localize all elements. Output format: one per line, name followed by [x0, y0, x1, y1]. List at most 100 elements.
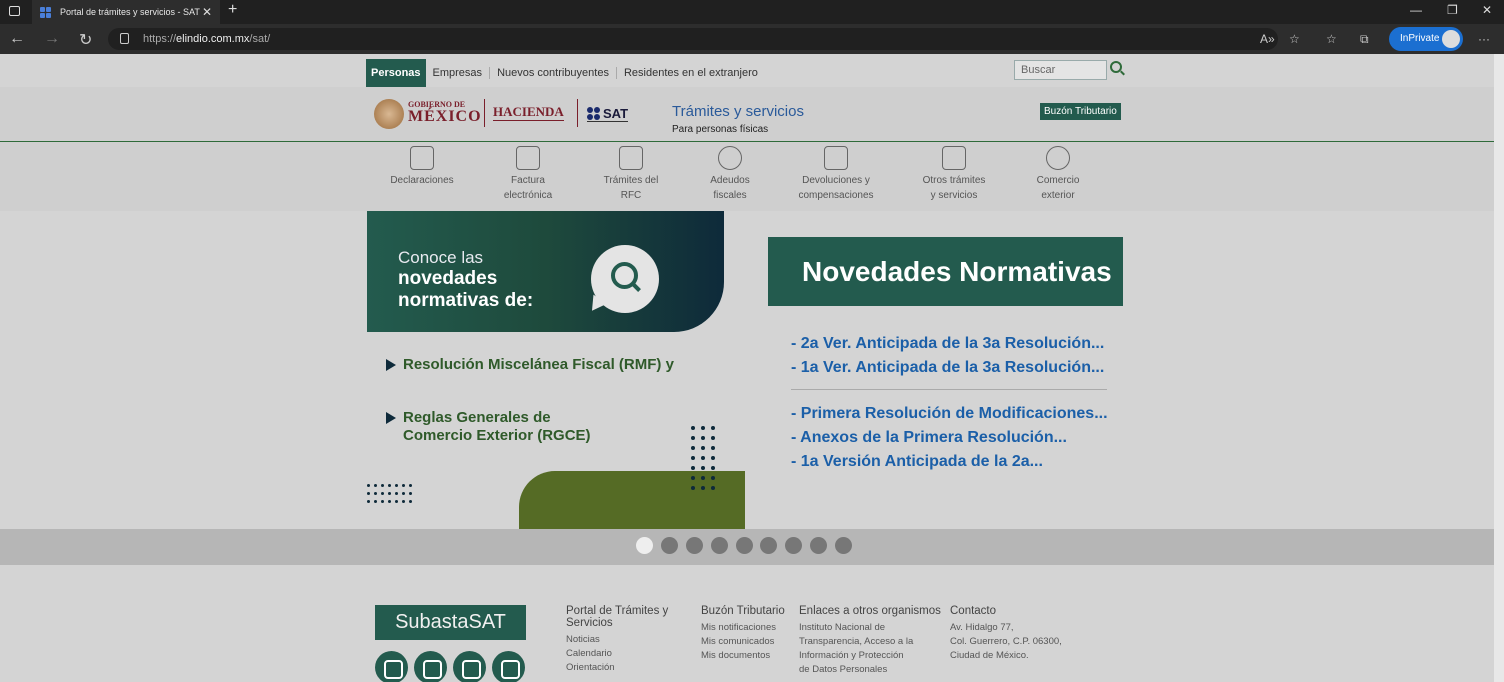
carousel-indicator-bar: [0, 529, 1494, 565]
carousel-dot[interactable]: [686, 537, 703, 554]
category-label: Devoluciones y: [802, 175, 870, 186]
footer-link[interactable]: de Datos Personales: [799, 663, 944, 677]
carousel-dot[interactable]: [636, 537, 653, 554]
favorites-icon[interactable]: ☆: [1326, 32, 1337, 46]
footer-link[interactable]: Mis notificaciones: [701, 621, 796, 635]
site-title: Trámites y servicios: [672, 103, 804, 120]
category-menu: Declaraciones Factura electrónica Trámit…: [0, 142, 1494, 211]
logo-divider: [484, 99, 485, 127]
category-devoluciones[interactable]: Devoluciones y compensaciones: [781, 146, 891, 203]
subastasat-button[interactable]: SubastaSAT: [375, 605, 526, 640]
read-aloud-icon[interactable]: A»: [1260, 32, 1275, 46]
footer-heading[interactable]: Enlaces a otros organismos: [799, 605, 944, 617]
novedades-link-5[interactable]: - 1a Versión Anticipada de la 2a...: [791, 453, 1043, 471]
banner-line1: Conoce las: [398, 248, 484, 267]
nav-empresas[interactable]: Empresas: [426, 67, 491, 79]
url-path: /sat/: [249, 33, 271, 45]
youtube-icon[interactable]: [453, 651, 486, 682]
address-toolbar: ← → ↻ https://elindio.com.mx/sat/ A» ☆ ☆…: [0, 24, 1504, 54]
search-icon[interactable]: [1110, 61, 1122, 73]
category-label: Declaraciones: [390, 175, 454, 186]
nav-residentes-extranjero[interactable]: Residentes en el extranjero: [617, 67, 765, 79]
decorative-dots: [691, 426, 715, 490]
footer-text: Av. Hidalgo 77,: [950, 622, 1014, 633]
carousel-dot[interactable]: [760, 537, 777, 554]
category-label-2: electrónica: [503, 190, 553, 201]
nav-nuevos-contribuyentes[interactable]: Nuevos contribuyentes: [490, 67, 617, 79]
gobierno-mexico-logo[interactable]: GOBIERNO DE MÉXICO: [408, 101, 482, 125]
add-favorite-icon[interactable]: ☆: [1289, 32, 1300, 46]
footer-link[interactable]: Transparencia, Acceso a la: [799, 635, 944, 649]
footer-link[interactable]: Noticias: [566, 633, 676, 647]
novedades-link-1[interactable]: - 2a Ver. Anticipada de la 3a Resolución…: [791, 335, 1104, 353]
restore-icon[interactable]: ❐: [1447, 3, 1458, 17]
sat-logo[interactable]: SAT: [587, 106, 629, 122]
category-label: Comercio: [1036, 175, 1080, 186]
triangle-bullet-icon: [386, 359, 396, 372]
new-tab-icon[interactable]: +: [228, 1, 237, 19]
url-field[interactable]: https://elindio.com.mx/sat/: [108, 28, 1278, 50]
carousel-dot[interactable]: [810, 537, 827, 554]
footer-col-contacto: Contacto Av. Hidalgo 77, Col. Guerrero, …: [950, 605, 1090, 663]
page: Personas Empresas Nuevos contribuyentes …: [0, 54, 1494, 682]
gob-big-text: MÉXICO: [408, 108, 482, 125]
tab-actions-icon[interactable]: [9, 6, 20, 16]
footer-link[interactable]: Instituto Nacional de: [799, 621, 944, 635]
close-tab-icon[interactable]: ✕: [202, 5, 212, 19]
footer-heading[interactable]: Buzón Tributario: [701, 605, 796, 617]
carousel-dot[interactable]: [661, 537, 678, 554]
twitter-icon[interactable]: [375, 651, 408, 682]
category-label: Trámites del: [603, 175, 659, 186]
category-otros-tramites[interactable]: Otros trámites y servicios: [899, 146, 1009, 203]
novedades-link-4[interactable]: - Anexos de la Primera Resolución...: [791, 429, 1067, 447]
carousel-dot[interactable]: [835, 537, 852, 554]
instagram-icon[interactable]: [492, 651, 525, 682]
category-declaraciones[interactable]: Declaraciones: [367, 146, 477, 188]
close-window-icon[interactable]: ✕: [1482, 3, 1492, 17]
page-scrollbar[interactable]: [1494, 54, 1504, 682]
browser-tab[interactable]: Portal de trámites y servicios - SAT ✕: [32, 0, 220, 24]
buzon-tributario-button[interactable]: Buzón Tributario: [1040, 103, 1121, 120]
category-factura-electronica[interactable]: Factura electrónica: [473, 146, 583, 203]
collections-icon[interactable]: ⧉: [1360, 32, 1369, 47]
category-label: Otros trámites: [922, 175, 986, 186]
banner-line2: novedades normativas de:: [398, 268, 534, 311]
novedades-link-2[interactable]: - 1a Ver. Anticipada de la 3a Resolución…: [791, 359, 1104, 377]
inprivate-label: InPrivate: [1400, 33, 1440, 44]
more-menu-icon[interactable]: ···: [1478, 32, 1490, 46]
escudo-logo: [374, 99, 404, 129]
category-label: Factura: [511, 175, 545, 186]
nav-personas[interactable]: Personas: [366, 59, 426, 87]
url-prefix: https://: [143, 33, 177, 45]
facebook-icon[interactable]: [414, 651, 447, 682]
carousel-dot[interactable]: [711, 537, 728, 554]
site-subtitle: Para personas físicas: [672, 124, 769, 135]
footer-link[interactable]: Mis comunicados: [701, 635, 796, 649]
footer-col-portal: Portal de Trámites y Servicios Noticias …: [566, 605, 676, 675]
footer-link[interactable]: Mis documentos: [701, 649, 796, 663]
minimize-icon[interactable]: —: [1410, 3, 1422, 17]
category-comercio-exterior[interactable]: Comercio exterior: [1003, 146, 1113, 203]
hacienda-logo[interactable]: HACIENDA: [493, 104, 564, 121]
category-tramites-rfc[interactable]: Trámites del RFC: [576, 146, 686, 203]
adeudos-icon: [718, 146, 742, 170]
footer-link[interactable]: Calendario: [566, 647, 676, 661]
factura-icon: [516, 146, 540, 170]
forward-icon[interactable]: →: [44, 30, 60, 48]
carousel-dot[interactable]: [736, 537, 753, 554]
novedades-link-3[interactable]: - Primera Resolución de Modificaciones..…: [791, 405, 1108, 423]
back-icon[interactable]: ←: [9, 30, 25, 48]
carousel-dot[interactable]: [785, 537, 802, 554]
inprivate-badge[interactable]: InPrivate: [1389, 27, 1463, 51]
site-header: GOBIERNO DE MÉXICO HACIENDA SAT Trámites…: [0, 87, 1494, 142]
declaraciones-icon: [410, 146, 434, 170]
novedades-title: Novedades Normativas: [768, 237, 1123, 306]
footer-heading[interactable]: Portal de Trámites y Servicios: [566, 605, 676, 629]
search-input[interactable]: Buscar: [1014, 60, 1107, 80]
category-adeudos-fiscales[interactable]: Adeudos fiscales: [675, 146, 785, 203]
footer-link[interactable]: Orientación: [566, 661, 676, 675]
footer-heading: Contacto: [950, 605, 997, 617]
refresh-icon[interactable]: ↻: [79, 30, 92, 50]
footer-link[interactable]: Información y Protección: [799, 649, 944, 663]
profile-avatar: [1442, 30, 1460, 48]
